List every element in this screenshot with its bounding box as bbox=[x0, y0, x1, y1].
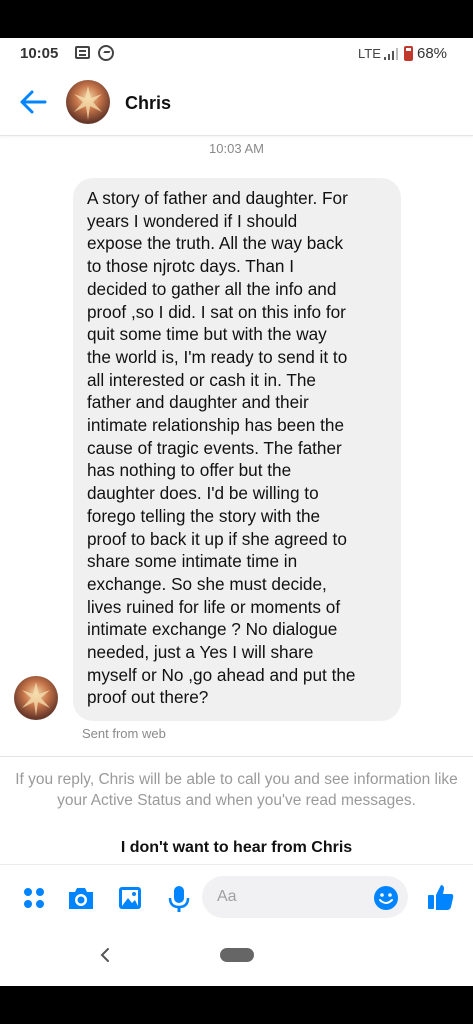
nav-home-pill[interactable] bbox=[220, 948, 254, 962]
bottom-bezel bbox=[0, 986, 473, 1024]
camera-button[interactable] bbox=[66, 884, 94, 912]
thumbs-up-icon bbox=[428, 885, 454, 910]
gallery-button[interactable] bbox=[116, 884, 144, 912]
contact-name[interactable]: Chris bbox=[125, 93, 171, 114]
message-timestamp: 10:03 AM bbox=[209, 141, 264, 156]
emoji-button[interactable] bbox=[372, 884, 400, 912]
avatar-image bbox=[22, 682, 50, 716]
gallery-icon bbox=[119, 887, 141, 909]
sender-avatar[interactable] bbox=[14, 676, 58, 720]
signal-icon bbox=[384, 48, 398, 60]
like-button[interactable] bbox=[426, 882, 454, 910]
nav-back-button[interactable] bbox=[98, 944, 112, 966]
messenger-notification-icon bbox=[98, 45, 114, 61]
reply-privacy-notice: If you reply, Chris will be able to call… bbox=[15, 771, 458, 809]
battery-percent: 68% bbox=[417, 45, 448, 62]
microphone-icon bbox=[168, 886, 190, 912]
top-bezel bbox=[0, 0, 473, 38]
chevron-left-icon bbox=[100, 948, 109, 962]
system-nav-bar bbox=[0, 936, 473, 976]
divider bbox=[0, 864, 473, 865]
contact-avatar[interactable] bbox=[66, 80, 110, 124]
network-type: LTE bbox=[358, 46, 381, 61]
back-button[interactable] bbox=[18, 88, 48, 116]
battery-icon bbox=[404, 46, 413, 61]
more-actions-button[interactable] bbox=[20, 884, 48, 912]
messenger-app: 10:05 LTE 68% Chris 10:03 AM A story of … bbox=[0, 38, 473, 986]
status-time: 10:05 bbox=[20, 45, 59, 62]
message-text: A story of father and daughter. For year… bbox=[87, 188, 356, 708]
sent-from-label: Sent from web bbox=[82, 726, 166, 741]
message-input-placeholder: Aa bbox=[217, 888, 237, 905]
camera-icon bbox=[69, 888, 93, 909]
emoji-icon bbox=[374, 886, 398, 910]
avatar-image bbox=[74, 86, 102, 120]
divider bbox=[0, 756, 473, 757]
block-contact-button[interactable]: I don't want to hear from Chris bbox=[0, 839, 473, 857]
message-composer: Aa bbox=[0, 870, 473, 926]
voice-record-button[interactable] bbox=[165, 884, 193, 912]
conversation-header: Chris bbox=[0, 68, 473, 136]
message-bubble[interactable]: A story of father and daughter. For year… bbox=[73, 178, 401, 721]
more-dots-icon bbox=[24, 888, 44, 908]
phone-screen: 10:05 LTE 68% Chris 10:03 AM A story of … bbox=[0, 0, 473, 1024]
status-bar: 10:05 LTE 68% bbox=[0, 38, 473, 68]
arrow-left-icon bbox=[20, 90, 47, 114]
notification-icon bbox=[75, 46, 90, 59]
